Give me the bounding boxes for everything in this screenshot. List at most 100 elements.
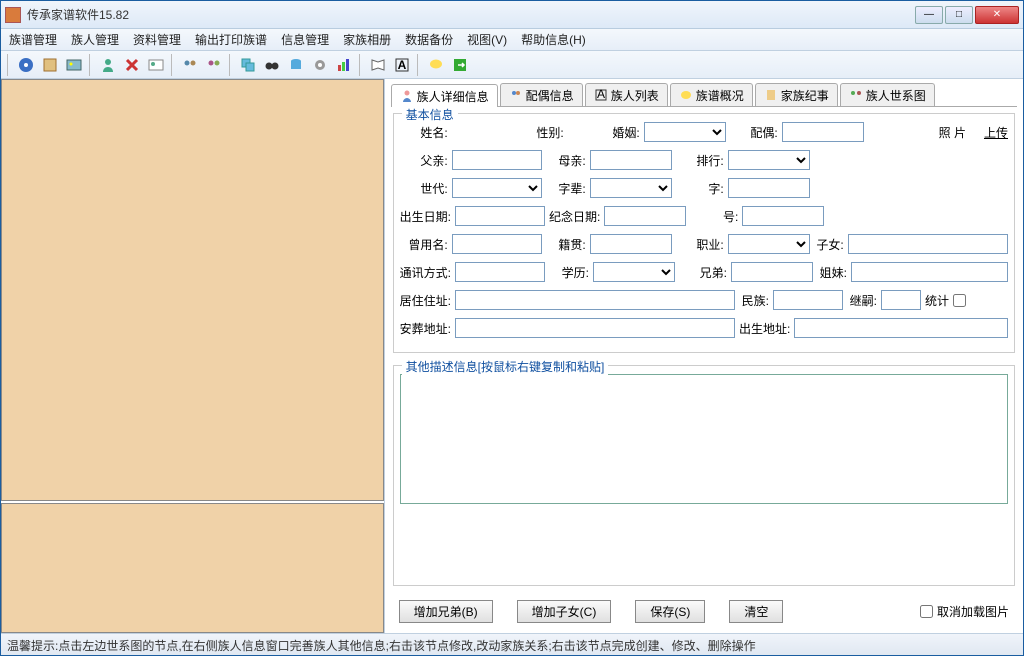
tool-font-icon[interactable]: A [391, 54, 413, 76]
tool-group2-icon[interactable] [203, 54, 225, 76]
maximize-button[interactable]: □ [945, 6, 973, 24]
tabstrip: 族人详细信息 配偶信息 A族人列表 族谱概况 家族纪事 族人世系图 [391, 83, 1017, 107]
desc-textarea[interactable] [400, 374, 1008, 504]
minimize-button[interactable]: — [915, 6, 943, 24]
contact-label: 通讯方式: [400, 264, 451, 281]
birth-input[interactable] [455, 206, 545, 226]
zibei-select[interactable] [590, 178, 672, 198]
menu-member[interactable]: 族人管理 [71, 31, 119, 48]
tool-chat-icon[interactable] [425, 54, 447, 76]
mother-input[interactable] [590, 150, 672, 170]
generation-select[interactable] [452, 178, 542, 198]
children-label: 子女: [814, 236, 844, 253]
father-label: 父亲: [400, 152, 448, 169]
native-input[interactable] [590, 234, 672, 254]
titlebar: 传承家谱软件15.82 — □ ✕ [1, 1, 1023, 29]
rank-select[interactable] [728, 150, 810, 170]
marriage-label: 婚姻: [592, 124, 640, 141]
job-label: 职业: [676, 236, 724, 253]
tool-disc-icon[interactable] [15, 54, 37, 76]
birthplace-label: 出生地址: [739, 320, 790, 337]
sisters-input[interactable] [851, 262, 1008, 282]
father-input[interactable] [452, 150, 542, 170]
menu-genealogy[interactable]: 族谱管理 [9, 31, 57, 48]
tool-windows-icon[interactable] [237, 54, 259, 76]
tab-chronicle[interactable]: 家族纪事 [755, 83, 838, 106]
close-button[interactable]: ✕ [975, 6, 1019, 24]
menu-backup[interactable]: 数据备份 [405, 31, 453, 48]
job-select[interactable] [728, 234, 810, 254]
lineage-subtree[interactable] [1, 503, 384, 633]
desc-group: 其他描述信息[按鼠标右键复制和粘贴] [393, 365, 1015, 586]
birthplace-input[interactable] [794, 318, 1008, 338]
brothers-input[interactable] [731, 262, 813, 282]
tool-group-icon[interactable] [179, 54, 201, 76]
tool-person-card-icon[interactable] [145, 54, 167, 76]
tool-book-icon[interactable] [39, 54, 61, 76]
svg-text:A: A [398, 58, 407, 72]
window-title: 传承家谱软件15.82 [27, 6, 915, 23]
tab-list[interactable]: A族人列表 [585, 83, 668, 106]
brothers-label: 兄弟: [679, 264, 727, 281]
cancel-image-checkbox-label[interactable]: 取消加载图片 [920, 603, 1009, 620]
burial-label: 安葬地址: [400, 320, 451, 337]
basic-info-group: 基本信息 姓名: 性别: 婚姻: 配偶: 照 片 上传 父亲: [393, 113, 1015, 353]
memorial-label: 纪念日期: [549, 208, 600, 225]
oldname-input[interactable] [452, 234, 542, 254]
zi-input[interactable] [728, 178, 810, 198]
marriage-select[interactable] [644, 122, 726, 142]
nation-label: 民族: [739, 292, 769, 309]
left-panel [1, 79, 385, 633]
stat-checkbox[interactable] [953, 294, 966, 307]
tool-binoculars-icon[interactable] [261, 54, 283, 76]
button-row: 增加兄弟(B) 增加子女(C) 保存(S) 清空 取消加载图片 [387, 592, 1021, 631]
menu-print[interactable]: 输出打印族谱 [195, 31, 267, 48]
tab-overview[interactable]: 族谱概况 [670, 83, 753, 106]
tool-chart-icon[interactable] [333, 54, 355, 76]
tool-openbook-icon[interactable] [367, 54, 389, 76]
jisi-label: 继嗣: [847, 292, 877, 309]
mother-label: 母亲: [546, 152, 586, 169]
upload-link[interactable]: 上传 [984, 124, 1008, 141]
edu-select[interactable] [593, 262, 675, 282]
rank-label: 排行: [676, 152, 724, 169]
spouse-label: 配偶: [730, 124, 778, 141]
menu-data[interactable]: 资料管理 [133, 31, 181, 48]
memorial-input[interactable] [604, 206, 686, 226]
menubar: 族谱管理 族人管理 资料管理 输出打印族谱 信息管理 家族相册 数据备份 视图(… [1, 29, 1023, 51]
tool-db-icon[interactable] [285, 54, 307, 76]
add-brother-button[interactable]: 增加兄弟(B) [399, 600, 493, 623]
tool-gear-icon[interactable] [309, 54, 331, 76]
hao-input[interactable] [742, 206, 824, 226]
nation-input[interactable] [773, 290, 843, 310]
zibei-label: 字辈: [546, 180, 586, 197]
menu-album[interactable]: 家族相册 [343, 31, 391, 48]
menu-info[interactable]: 信息管理 [281, 31, 329, 48]
zi-label: 字: [676, 180, 724, 197]
addr-input[interactable] [455, 290, 735, 310]
tool-delete-icon[interactable] [121, 54, 143, 76]
clear-button[interactable]: 清空 [729, 600, 783, 623]
children-input[interactable] [848, 234, 1008, 254]
addr-label: 居住住址: [400, 292, 451, 309]
tab-spouse[interactable]: 配偶信息 [500, 83, 583, 106]
save-button[interactable]: 保存(S) [635, 600, 705, 623]
menu-help[interactable]: 帮助信息(H) [521, 31, 586, 48]
tab-lineage[interactable]: 族人世系图 [840, 83, 935, 106]
cancel-image-checkbox[interactable] [920, 605, 933, 618]
generation-label: 世代: [400, 180, 448, 197]
tab-detail[interactable]: 族人详细信息 [391, 84, 498, 107]
native-label: 籍贯: [546, 236, 586, 253]
desc-legend: 其他描述信息[按鼠标右键复制和粘贴] [402, 358, 609, 375]
tool-exit-icon[interactable] [449, 54, 471, 76]
tool-image-icon[interactable] [63, 54, 85, 76]
add-child-button[interactable]: 增加子女(C) [517, 600, 612, 623]
jisi-input[interactable] [881, 290, 921, 310]
contact-input[interactable] [455, 262, 545, 282]
tool-person-icon[interactable] [97, 54, 119, 76]
menu-view[interactable]: 视图(V) [467, 31, 507, 48]
lineage-tree[interactable] [1, 79, 384, 501]
spouse-input[interactable] [782, 122, 864, 142]
toolbar: A [1, 51, 1023, 79]
burial-input[interactable] [455, 318, 735, 338]
